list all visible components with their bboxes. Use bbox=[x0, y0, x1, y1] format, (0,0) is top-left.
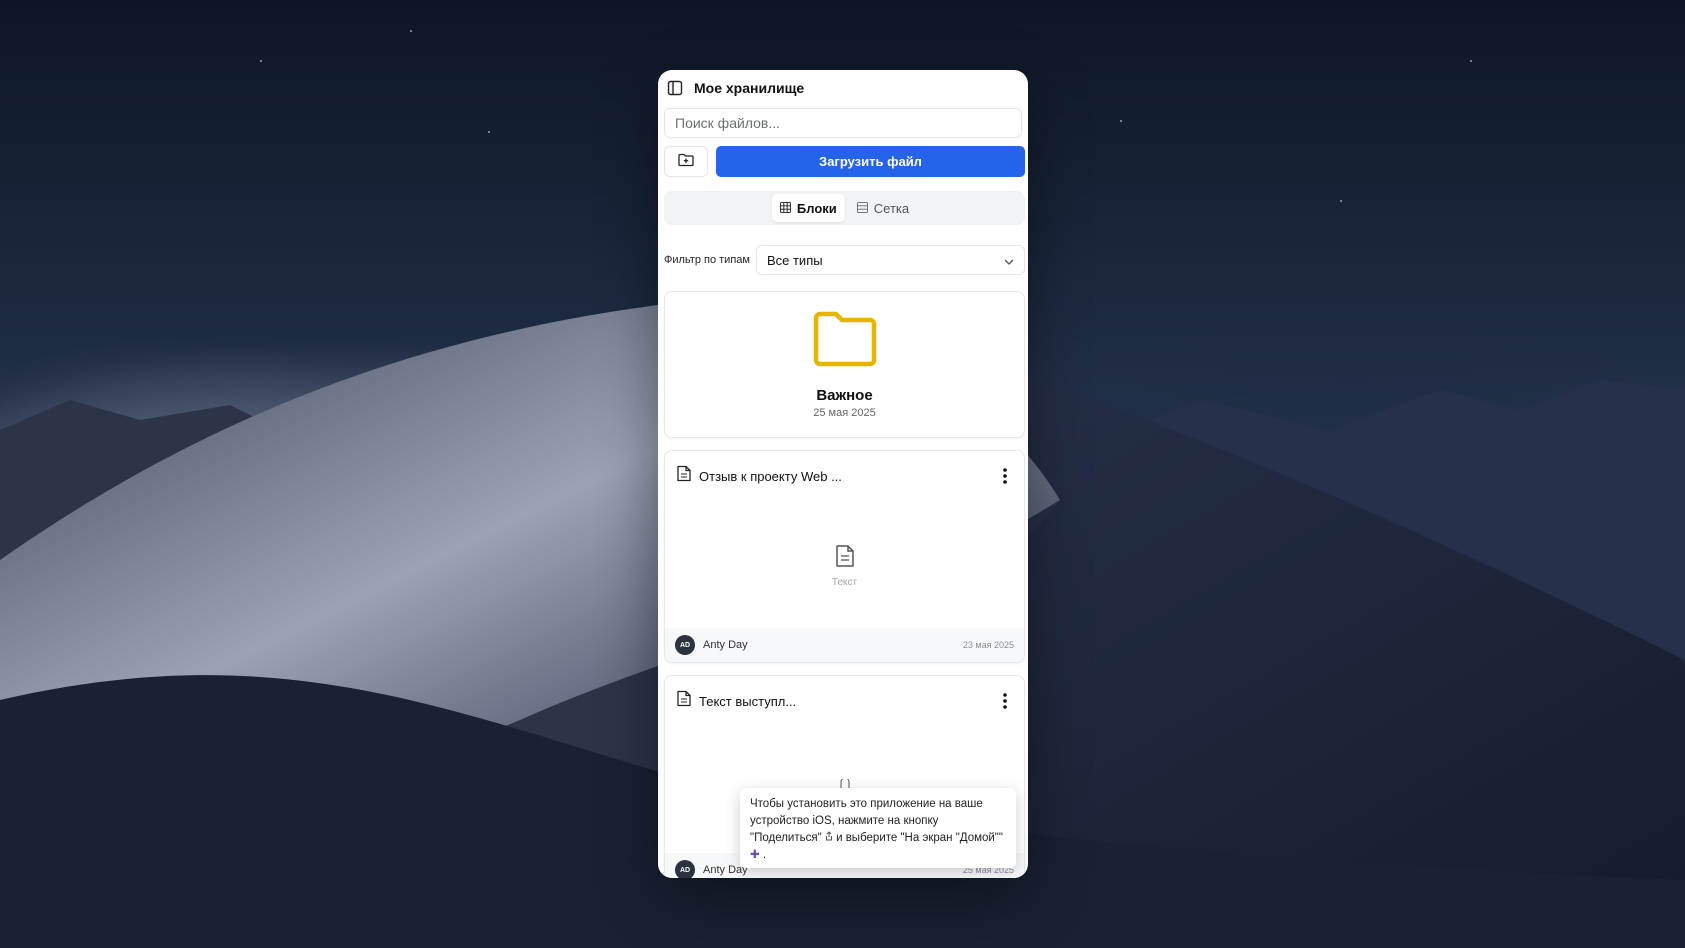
avatar: AD bbox=[675, 635, 695, 655]
file-title: Текст выступл... bbox=[699, 693, 797, 709]
install-tip-text-after: . bbox=[762, 849, 767, 861]
file-preview: Текст bbox=[665, 501, 1024, 631]
file-footer: AD Anty Day 23 мая 2025 bbox=[665, 628, 1024, 662]
app-window: Мое хранилище Загрузить файл Блоки Се bbox=[658, 70, 1028, 878]
folder-icon bbox=[812, 310, 878, 373]
document-icon bbox=[677, 690, 691, 712]
sidebar-toggle-icon[interactable] bbox=[666, 79, 684, 97]
author-name: Anty Day bbox=[703, 639, 748, 651]
app-header: Мое хранилище bbox=[658, 70, 1028, 106]
install-tip-text-middle: и выберите "На экран "Домой"" bbox=[836, 832, 1003, 844]
document-preview-icon bbox=[835, 544, 855, 573]
more-options-icon[interactable] bbox=[996, 466, 1014, 486]
ios-install-tooltip: Чтобы установить это приложение на ваше … bbox=[740, 788, 1016, 868]
filter-selected-value: Все типы bbox=[766, 252, 823, 268]
new-folder-button[interactable] bbox=[664, 146, 708, 177]
avatar: AD bbox=[675, 860, 695, 878]
folder-date: 25 мая 2025 bbox=[813, 407, 876, 419]
search-input[interactable] bbox=[664, 108, 1022, 138]
view-switcher: Блоки Сетка bbox=[664, 191, 1025, 225]
more-options-icon[interactable] bbox=[996, 691, 1014, 711]
upload-file-button[interactable]: Загрузить файл bbox=[716, 146, 1025, 177]
share-icon bbox=[825, 831, 836, 844]
tab-grid[interactable]: Сетка bbox=[849, 194, 917, 222]
grid-icon bbox=[779, 201, 791, 216]
filter-label: Фильтр по типам bbox=[664, 254, 750, 266]
folder-card[interactable]: Важное 25 мая 2025 bbox=[664, 291, 1025, 438]
document-icon bbox=[677, 465, 691, 487]
type-filter-select[interactable]: Все типы bbox=[755, 245, 1025, 275]
tab-blocks[interactable]: Блоки bbox=[771, 194, 845, 222]
action-bar: Загрузить файл bbox=[658, 138, 1028, 177]
file-date: 23 мая 2025 bbox=[962, 640, 1014, 650]
folder-name: Важное bbox=[816, 387, 873, 404]
page-title: Мое хранилище bbox=[694, 80, 805, 96]
type-filter: Фильтр по типам Все типы bbox=[658, 225, 1028, 275]
table-icon bbox=[856, 201, 868, 216]
chevron-down-icon bbox=[1004, 253, 1014, 268]
preview-type-label: Текст bbox=[831, 577, 858, 588]
tab-grid-label: Сетка bbox=[873, 200, 910, 216]
file-card[interactable]: Отзыв к проекту Web ... Текст AD Anty Da… bbox=[664, 450, 1025, 663]
add-to-home-icon: ✚ bbox=[750, 849, 760, 861]
folder-plus-icon bbox=[678, 153, 694, 170]
tab-blocks-label: Блоки bbox=[796, 200, 837, 216]
file-title: Отзыв к проекту Web ... bbox=[699, 468, 842, 484]
